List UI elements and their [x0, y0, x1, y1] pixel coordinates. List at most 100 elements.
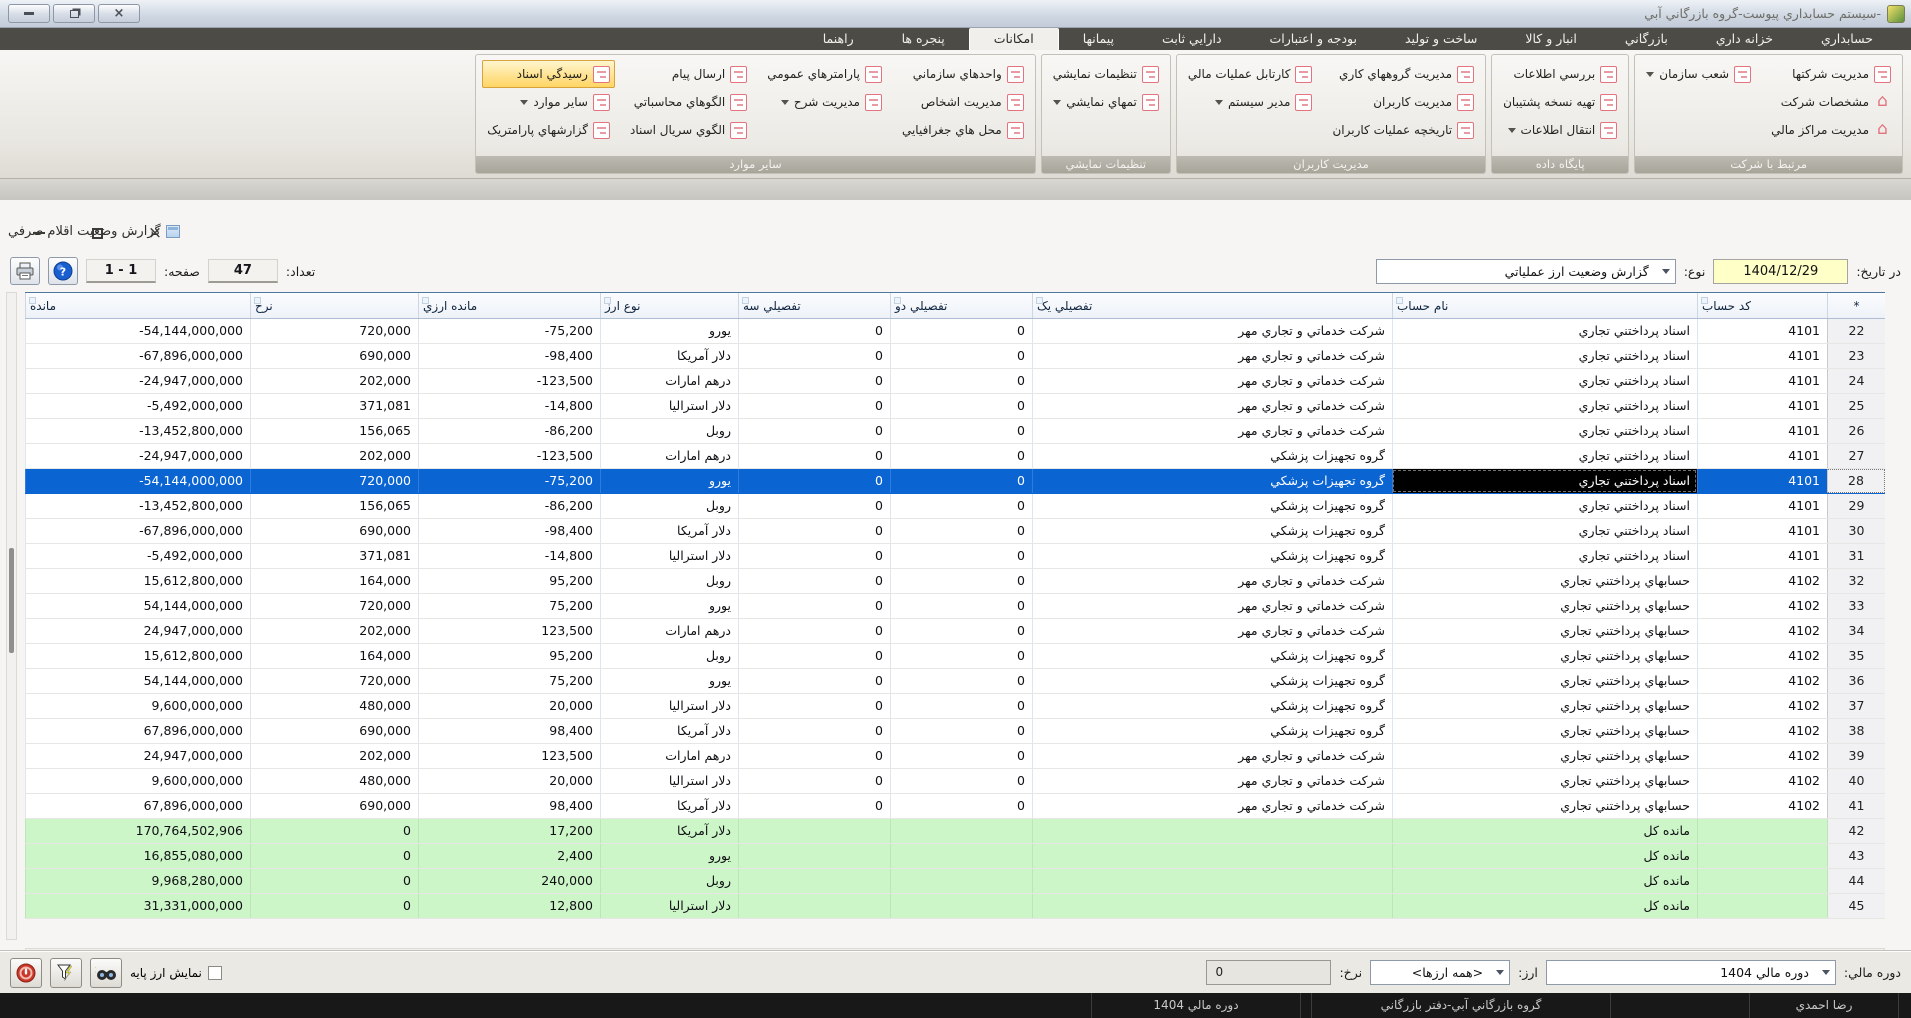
currency-select[interactable]: <همه ارزها>	[1370, 960, 1510, 985]
column-header[interactable]: نوع ارز	[600, 293, 738, 318]
table-row[interactable]: 264101اسناد پرداختني تجاريشرکت خدماتي و …	[25, 419, 1885, 444]
ribbon-button[interactable]: محل هاي جغرافيايي	[897, 116, 1029, 144]
date-field[interactable]: 1404/12/29	[1713, 259, 1848, 284]
ribbon-button[interactable]: مديريت شرکتها	[1766, 60, 1896, 88]
menu-tab[interactable]: راهنما	[799, 28, 878, 50]
table-row[interactable]: 44مانده کلروبل240,00009,968,280,000	[25, 869, 1885, 894]
print-button[interactable]	[10, 257, 40, 285]
vertical-scrollbar-thumb[interactable]	[9, 548, 14, 653]
column-header[interactable]: تفصيلي يک	[1032, 293, 1392, 318]
report-minimize-button[interactable]	[25, 220, 53, 246]
table-row[interactable]: 414102حسابهاي پرداختني تجاريشرکت خدماتي …	[25, 794, 1885, 819]
table-row[interactable]: 284101اسناد پرداختني تجاريگروه تجهيزات پ…	[25, 469, 1885, 494]
ribbon-button[interactable]: الگوهاي محاسباتي	[625, 88, 752, 116]
menu-tab[interactable]: انبار و کالا	[1501, 28, 1600, 50]
table-row[interactable]: 374102حسابهاي پرداختني تجاريگروه تجهيزات…	[25, 694, 1885, 719]
ribbon-button[interactable]: مديريت کاربران	[1327, 88, 1479, 116]
ribbon-button[interactable]: تمهاي نمايشي	[1048, 88, 1164, 116]
table-row[interactable]: 42مانده کلدلار آمريکا17,2000170,764,502,…	[25, 819, 1885, 844]
column-header[interactable]: مانده ارزي	[418, 293, 600, 318]
ribbon-column: مديريت شرکتها⌂مشخصات شرکت⌂مديريت مراکز م…	[1766, 60, 1896, 144]
table-row[interactable]: 344102حسابهاي پرداختني تجاريشرکت خدماتي …	[25, 619, 1885, 644]
menu-tab[interactable]: ساخت و توليد	[1381, 28, 1501, 50]
column-header[interactable]: تفصيلي سه	[738, 293, 890, 318]
ribbon-button[interactable]: تهيه نسخه پشتيبان	[1498, 88, 1622, 116]
cell: دلار آمريکا	[600, 519, 738, 543]
table-row[interactable]: 274101اسناد پرداختني تجاريگروه تجهيزات پ…	[25, 444, 1885, 469]
ribbon-button[interactable]: مديريت اشخاص	[897, 88, 1029, 116]
fiscal-period-select[interactable]: دوره مالي 1404	[1546, 960, 1836, 985]
show-base-currency-checkbox[interactable]: نمايش ارز پايه	[130, 966, 222, 980]
ribbon-button[interactable]: بررسي اطلاعات	[1498, 60, 1622, 88]
report-type-select[interactable]: گزارش وضعيت ارز عملياتي	[1376, 259, 1676, 284]
table-row[interactable]: 304101اسناد پرداختني تجاريگروه تجهيزات پ…	[25, 519, 1885, 544]
ribbon-button[interactable]: شعب سازمان	[1641, 60, 1756, 88]
ribbon-button[interactable]: کارتابل عمليات مالي	[1183, 60, 1318, 88]
table-row[interactable]: 364102حسابهاي پرداختني تجاريگروه تجهيزات…	[25, 669, 1885, 694]
restore-icon	[70, 10, 79, 18]
cell: حسابهاي پرداختني تجاري	[1392, 719, 1697, 743]
ribbon-button[interactable]: تاريخچه عمليات کاربران	[1327, 116, 1479, 144]
table-row[interactable]: 324102حسابهاي پرداختني تجاريشرکت خدماتي …	[25, 569, 1885, 594]
menu-tab[interactable]: بازرگاني	[1601, 28, 1692, 50]
menu-tab[interactable]: امکانات	[969, 28, 1059, 50]
restore-button[interactable]	[53, 4, 95, 23]
ribbon-button[interactable]: مديريت گروههاي کاري	[1327, 60, 1479, 88]
table-row[interactable]: 314101اسناد پرداختني تجاريگروه تجهيزات پ…	[25, 544, 1885, 569]
column-header[interactable]: مانده	[25, 293, 250, 318]
ribbon-button[interactable]: گزارشهاي پارامتريک	[482, 116, 615, 144]
table-row[interactable]: 354102حسابهاي پرداختني تجاريگروه تجهيزات…	[25, 644, 1885, 669]
menu-tab[interactable]: پنجره ها	[878, 28, 969, 50]
ribbon-button[interactable]: تنظيمات نمايشي	[1048, 60, 1164, 88]
ribbon-button[interactable]: واحدهاي سازماني	[897, 60, 1029, 88]
table-row[interactable]: 394102حسابهاي پرداختني تجاريشرکت خدماتي …	[25, 744, 1885, 769]
cell: 480,000	[250, 694, 418, 718]
column-header[interactable]: نرخ	[250, 293, 418, 318]
column-header[interactable]: نام حساب	[1392, 293, 1697, 318]
report-close-button[interactable]: ×	[141, 220, 169, 246]
minimize-button[interactable]	[8, 4, 50, 23]
stop-button[interactable]	[10, 958, 42, 988]
table-row[interactable]: 384102حسابهاي پرداختني تجاريگروه تجهيزات…	[25, 719, 1885, 744]
filter-button[interactable]	[50, 958, 82, 988]
ribbon-button[interactable]: ⌂مشخصات شرکت	[1766, 88, 1896, 116]
report-maximize-button[interactable]	[83, 220, 111, 246]
ribbon-button[interactable]: ساير موارد	[482, 88, 615, 116]
table-row[interactable]: 43مانده کليورو2,400016,855,080,000	[25, 844, 1885, 869]
menu-tab[interactable]: خزانه داري	[1692, 28, 1797, 50]
table-row[interactable]: 404102حسابهاي پرداختني تجاريشرکت خدماتي …	[25, 769, 1885, 794]
ribbon-button[interactable]: مدير سيستم	[1183, 88, 1318, 116]
close-button[interactable]: ×	[98, 4, 140, 23]
search-button[interactable]: €	[90, 958, 122, 988]
column-header[interactable]: کد حساب	[1697, 293, 1827, 318]
help-button[interactable]: ?	[48, 257, 78, 285]
ribbon-button[interactable]: ⌂مديريت مراکز مالي	[1766, 116, 1896, 144]
ribbon-button[interactable]: رسيدگي اسناد	[482, 60, 615, 88]
table-row[interactable]: 45مانده کلدلار استراليا12,800031,331,000…	[25, 894, 1885, 919]
menu-tab[interactable]: بودجه و اعتبارات	[1246, 28, 1381, 50]
cell: 0	[738, 719, 890, 743]
ribbon-button[interactable]: الگوي سريال اسناد	[625, 116, 752, 144]
rate-field[interactable]: 0	[1206, 960, 1331, 985]
ribbon-button[interactable]: انتقال اطلاعات	[1498, 116, 1622, 144]
ribbon-group-caption: مديريت کاربران	[1177, 156, 1485, 173]
vertical-scrollbar[interactable]	[6, 292, 17, 940]
menu-tab[interactable]: پيمانها	[1059, 28, 1138, 50]
chevron-down-icon	[1491, 966, 1509, 979]
menu-tab[interactable]: دارايي ثابت	[1138, 28, 1245, 50]
table-row[interactable]: 234101اسناد پرداختني تجاريشرکت خدماتي و …	[25, 344, 1885, 369]
table-row[interactable]: 254101اسناد پرداختني تجاريشرکت خدماتي و …	[25, 394, 1885, 419]
table-row[interactable]: 334102حسابهاي پرداختني تجاريشرکت خدماتي …	[25, 594, 1885, 619]
menu-tab[interactable]: حسابداري	[1797, 28, 1897, 50]
column-header[interactable]: تفصيلي دو	[890, 293, 1032, 318]
table-row[interactable]: 294101اسناد پرداختني تجاريگروه تجهيزات پ…	[25, 494, 1885, 519]
table-row[interactable]: 224101اسناد پرداختني تجاريشرکت خدماتي و …	[25, 319, 1885, 344]
cell: اسناد پرداختني تجاري	[1392, 344, 1697, 368]
company-info-icon: ⌂	[1874, 94, 1891, 111]
column-header[interactable]: *	[1827, 293, 1885, 318]
ribbon-button[interactable]: ارسال پيام	[625, 60, 752, 88]
table-row[interactable]: 244101اسناد پرداختني تجاريشرکت خدماتي و …	[25, 369, 1885, 394]
ribbon-button[interactable]: مديريت شرح	[762, 88, 887, 116]
ribbon-button[interactable]: پارامترهاي عمومي	[762, 60, 887, 88]
cell: شرکت خدماتي و تجاري مهر	[1032, 344, 1392, 368]
